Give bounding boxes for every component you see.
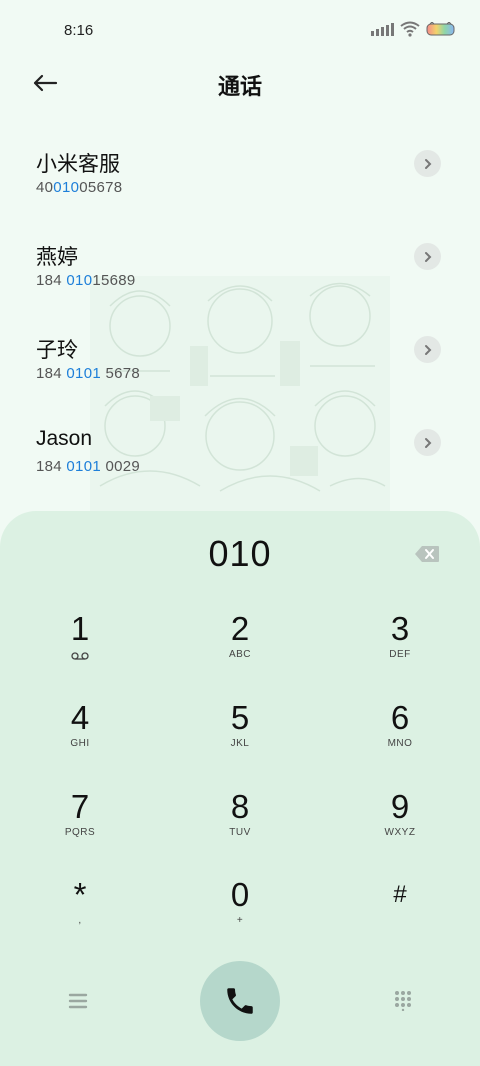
keypad-grid-icon[interactable] xyxy=(392,989,414,1011)
chevron-right-icon xyxy=(424,437,431,448)
key-digit: 3 xyxy=(390,610,410,647)
signal-icon xyxy=(371,22,394,36)
contact-item[interactable]: 子玲 184 0101 5678 xyxy=(0,326,480,419)
contact-number: 184 01015689 xyxy=(36,272,136,289)
match-highlight: 0101 xyxy=(66,365,101,382)
key-hash[interactable]: # xyxy=(340,865,460,945)
dialer-bottom-bar xyxy=(0,961,480,1041)
contact-item[interactable]: 小米客服 4001005678 xyxy=(0,140,480,233)
key-digit: 2 xyxy=(230,610,250,647)
call-button[interactable] xyxy=(200,961,280,1041)
page-title: 通话 xyxy=(217,74,262,99)
key-digit: 9 xyxy=(390,788,410,825)
key-4[interactable]: 4 GHI xyxy=(20,688,140,768)
key-letters: TUV xyxy=(229,827,251,838)
key-letters: ABC xyxy=(228,649,252,660)
key-7[interactable]: 7 PQRS xyxy=(20,777,140,857)
voicemail-icon xyxy=(71,652,89,660)
match-highlight: 0101 xyxy=(66,458,101,475)
key-digit: # xyxy=(393,881,407,908)
battery-icon xyxy=(426,22,455,36)
chevron-right-icon xyxy=(424,344,431,355)
key-star[interactable]: * , xyxy=(20,865,140,945)
contact-detail-button[interactable] xyxy=(414,150,441,177)
key-letters: , xyxy=(78,915,82,926)
match-highlight: 010 xyxy=(66,272,93,289)
key-digit: 5 xyxy=(230,699,250,736)
contact-detail-button[interactable] xyxy=(414,429,441,456)
key-6[interactable]: 6 MNO xyxy=(340,688,460,768)
key-letters: GHI xyxy=(70,738,90,749)
dialer-panel: 010 1 2 ABC 3 DEF 4 GHI 5 JKL 6 MNO 7 PQ… xyxy=(0,511,480,1066)
contact-detail-button[interactable] xyxy=(414,336,441,363)
contact-item[interactable]: 燕婷 184 01015689 xyxy=(0,233,480,326)
key-letters: PQRS xyxy=(64,827,96,838)
key-letters: + xyxy=(236,915,244,926)
key-5[interactable]: 5 JKL xyxy=(180,688,300,768)
dial-input[interactable]: 010 xyxy=(0,533,480,575)
wifi-icon xyxy=(400,21,420,37)
key-digit: * xyxy=(73,876,87,913)
key-3[interactable]: 3 DEF xyxy=(340,599,460,679)
key-letters: JKL xyxy=(230,738,250,749)
key-digit: 8 xyxy=(230,788,250,825)
key-digit: 6 xyxy=(390,699,410,736)
menu-icon[interactable] xyxy=(66,989,90,1013)
status-time: 8:16 xyxy=(64,22,94,39)
contact-number: 184 0101 5678 xyxy=(36,365,141,382)
status-bar: 8:16 xyxy=(0,0,480,60)
key-2[interactable]: 2 ABC xyxy=(180,599,300,679)
key-letters: DEF xyxy=(389,649,411,660)
contact-item[interactable]: Jason 184 0101 0029 xyxy=(0,419,480,512)
key-digit: 7 xyxy=(70,788,90,825)
key-letters: MNO xyxy=(387,738,413,749)
key-letters: WXYZ xyxy=(384,827,416,838)
key-digit: 0 xyxy=(230,876,250,913)
header: 通话 xyxy=(0,60,480,106)
contact-list: 小米客服 4001005678 燕婷 184 01015689 子玲 184 0… xyxy=(0,140,480,512)
key-9[interactable]: 9 WXYZ xyxy=(340,777,460,857)
key-1[interactable]: 1 xyxy=(20,599,140,679)
status-icons xyxy=(371,21,456,37)
phone-icon xyxy=(227,988,253,1014)
contact-name: 小米客服 xyxy=(36,153,120,176)
key-8[interactable]: 8 TUV xyxy=(180,777,300,857)
key-digit: 4 xyxy=(70,699,90,736)
contact-number: 4001005678 xyxy=(36,179,123,196)
contact-name: 子玲 xyxy=(36,339,78,362)
contact-detail-button[interactable] xyxy=(414,243,441,270)
key-digit: 1 xyxy=(70,610,90,647)
match-highlight: 010 xyxy=(53,179,80,196)
chevron-right-icon xyxy=(424,251,431,262)
key-0[interactable]: 0 + xyxy=(180,865,300,945)
backspace-icon[interactable] xyxy=(414,545,440,563)
chevron-right-icon xyxy=(424,158,431,169)
contact-number: 184 0101 0029 xyxy=(36,458,141,475)
contact-name: 燕婷 xyxy=(36,246,78,269)
contact-name: Jason xyxy=(36,427,93,450)
